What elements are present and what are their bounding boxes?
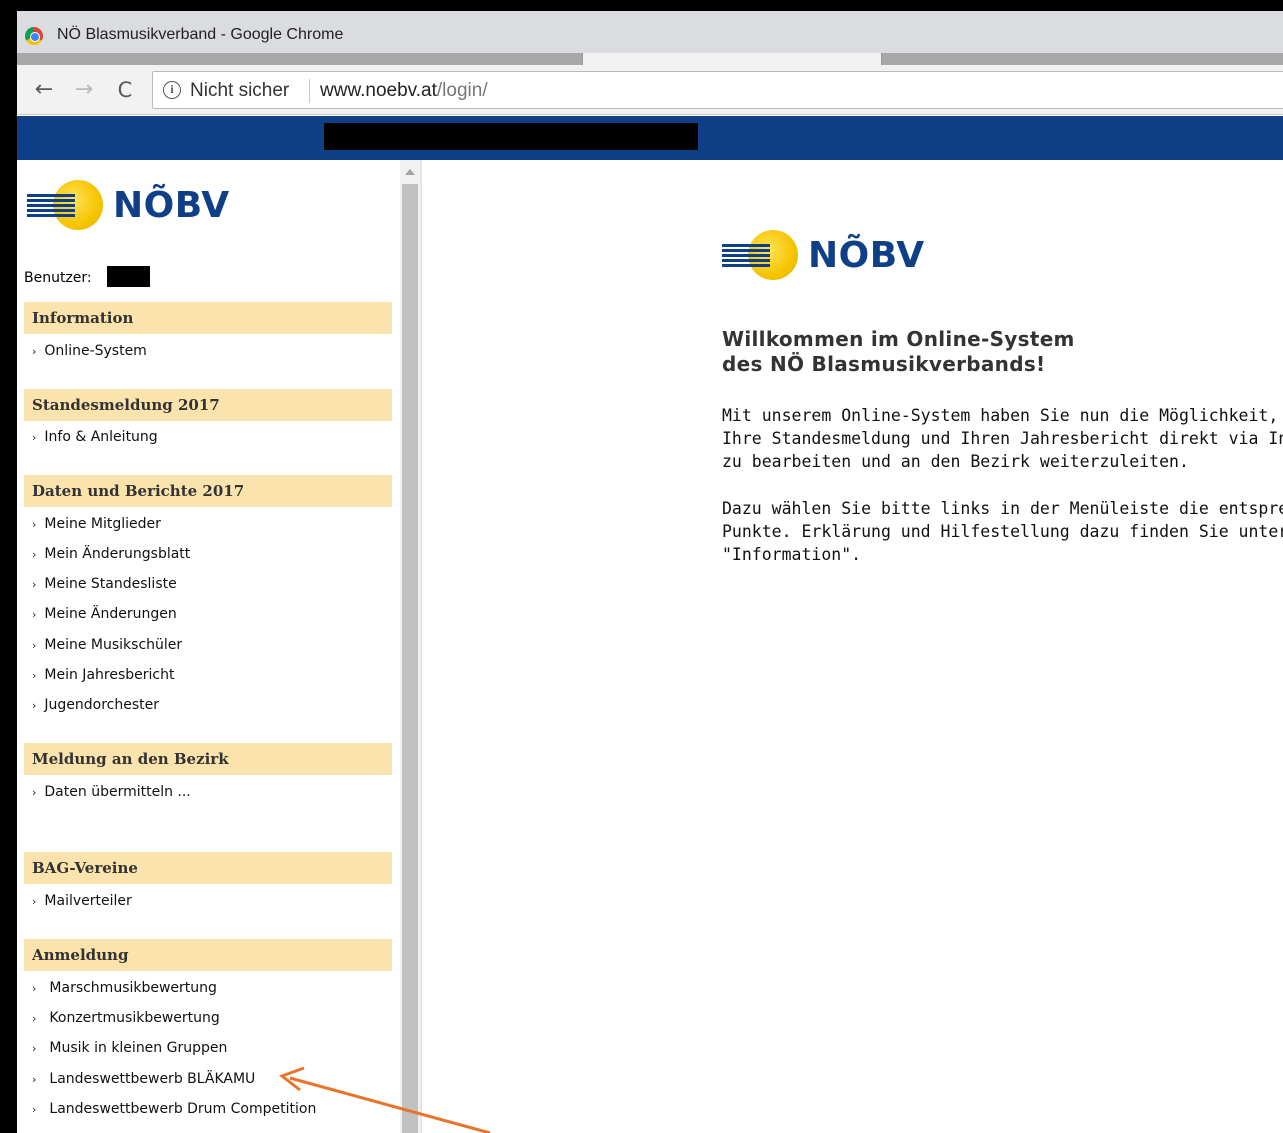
menu-item-konzertmusik[interactable]: › Konzertmusikbewertung: [32, 1010, 220, 1026]
logo-sun: [748, 230, 798, 280]
sidebar-frame: NÕBV Benutzer: Information › Online-Syste…: [17, 160, 400, 1133]
welcome-heading: Willkommen im Online-System des NÖ Blasm…: [722, 327, 1075, 377]
section-standesmeldung: Standesmeldung 2017: [24, 389, 392, 421]
url-host: www.noebv.at: [320, 80, 437, 101]
menu-item-mailverteiler[interactable]: › Mailverteiler: [32, 893, 132, 909]
browser-toolbar: ← → C i Nicht sicher www.noebv.at/login/: [17, 65, 1283, 115]
tab-inactive[interactable]: [17, 53, 582, 65]
section-anmeldung: Anmeldung: [24, 939, 392, 971]
tab-strip: [17, 53, 1283, 65]
menu-item-info-anleitung[interactable]: › Info & Anleitung: [32, 429, 158, 445]
title-bar: NÖ Blasmusikverband - Google Chrome: [17, 11, 1283, 55]
intro-line: zu bearbeiten und an den Bezirk weiterzu…: [722, 452, 1189, 471]
noebv-logo-main: NÕBV: [722, 228, 952, 284]
menu-chevron-icon: ›: [32, 518, 37, 531]
menu-item-mitglieder[interactable]: › Meine Mitglieder: [32, 516, 161, 532]
menu-chevron-icon: ›: [32, 982, 37, 995]
address-separator: [309, 79, 310, 103]
menu-chevron-icon: ›: [32, 345, 37, 358]
chrome-logo-icon: [25, 27, 43, 45]
welcome-line-1: Willkommen im Online-System: [722, 327, 1075, 351]
scrollbar-thumb[interactable]: [402, 184, 418, 1133]
instruction-line: Punkte. Erklärung und Hilfestellung dazu…: [722, 522, 1283, 541]
menu-chevron-icon: ›: [32, 1012, 37, 1025]
menu-item-online-system[interactable]: › Online-System: [32, 343, 147, 359]
menu-item-kleine-gruppen[interactable]: › Musik in kleinen Gruppen: [32, 1040, 227, 1056]
section-information: Information: [24, 302, 392, 334]
back-arrow-icon[interactable]: ←: [29, 75, 59, 105]
instruction-paragraph: Dazu wählen Sie bitte links in der Menül…: [722, 497, 1283, 566]
menu-item-standesliste[interactable]: › Meine Standesliste: [32, 576, 177, 592]
menu-chevron-icon: ›: [32, 1103, 37, 1116]
forward-arrow-icon[interactable]: →: [69, 75, 99, 105]
menu-chevron-icon: ›: [32, 1073, 37, 1086]
section-meldung-bezirk: Meldung an den Bezirk: [24, 743, 392, 775]
menu-chevron-icon: ›: [32, 639, 37, 652]
url-path: /login/: [436, 80, 488, 101]
welcome-line-2: des NÖ Blasmusikverbands!: [722, 352, 1046, 376]
intro-line: Ihre Standesmeldung und Ihren Jahresberi…: [722, 429, 1283, 448]
menu-item-daten-uebermitteln[interactable]: › Daten übermitteln ...: [32, 784, 191, 800]
menu-chevron-icon: ›: [32, 578, 37, 591]
content-frame: NÕBV Willkommen im Online-System des NÖ …: [422, 160, 1283, 1133]
menu-item-drum-competition[interactable]: › Landeswettbewerb Drum Competition: [32, 1101, 316, 1117]
menu-item-marschmusik[interactable]: › Marschmusikbewertung: [32, 980, 217, 996]
tab-inactive[interactable]: [882, 53, 1283, 65]
section-bag-vereine: BAG-Vereine: [24, 852, 392, 884]
header-bar: [17, 116, 1283, 160]
logo-sun: [53, 180, 103, 230]
url-text[interactable]: www.noebv.at/login/: [320, 80, 488, 102]
address-bar[interactable]: i Nicht sicher www.noebv.at/login/: [152, 71, 1283, 109]
menu-chevron-icon: ›: [32, 895, 37, 908]
menu-chevron-icon: ›: [32, 699, 37, 712]
security-label[interactable]: Nicht sicher: [190, 80, 289, 102]
user-label: Benutzer:: [24, 270, 92, 286]
intro-line: Mit unserem Online-System haben Sie nun …: [722, 406, 1279, 425]
redaction-block: [324, 123, 698, 150]
logo-text: NÕBV: [808, 235, 925, 276]
menu-chevron-icon: ›: [32, 669, 37, 682]
menu-chevron-icon: ›: [32, 608, 37, 621]
reload-icon[interactable]: C: [110, 75, 140, 105]
instruction-line: "Information".: [722, 545, 862, 564]
menu-chevron-icon: ›: [32, 786, 37, 799]
menu-chevron-icon: ›: [32, 1042, 37, 1055]
logo-text: NÕBV: [113, 185, 230, 226]
menu-chevron-icon: ›: [32, 431, 37, 444]
menu-item-jugendorchester[interactable]: › Jugendorchester: [32, 697, 159, 713]
web-page: NÕBV Benutzer: Information › Online-Syste…: [17, 116, 1283, 1133]
menu-item-aenderungen[interactable]: › Meine Änderungen: [32, 606, 177, 622]
tab-active[interactable]: [582, 53, 882, 65]
section-daten-berichte: Daten und Berichte 2017: [24, 475, 392, 507]
window-title: NÖ Blasmusikverband - Google Chrome: [57, 26, 344, 43]
browser-window: NÖ Blasmusikverband - Google Chrome ← → …: [17, 11, 1283, 1133]
intro-paragraph: Mit unserem Online-System haben Sie nun …: [722, 404, 1283, 473]
menu-item-musikschueler[interactable]: › Meine Musikschüler: [32, 637, 182, 653]
info-icon[interactable]: i: [163, 81, 181, 99]
redacted-username: [107, 266, 150, 287]
menu-item-aenderungsblatt[interactable]: › Mein Änderungsblatt: [32, 546, 190, 562]
menu-chevron-icon: ›: [32, 548, 37, 561]
sidebar-scrollbar[interactable]: [400, 160, 420, 1133]
scroll-up-icon[interactable]: [405, 169, 415, 175]
noebv-logo[interactable]: NÕBV: [27, 178, 257, 234]
instruction-line: Dazu wählen Sie bitte links in der Menül…: [722, 499, 1283, 518]
menu-item-jahresbericht[interactable]: › Mein Jahresbericht: [32, 667, 174, 683]
menu-item-blaekamu[interactable]: › Landeswettbewerb BLÄKAMU: [32, 1071, 255, 1087]
